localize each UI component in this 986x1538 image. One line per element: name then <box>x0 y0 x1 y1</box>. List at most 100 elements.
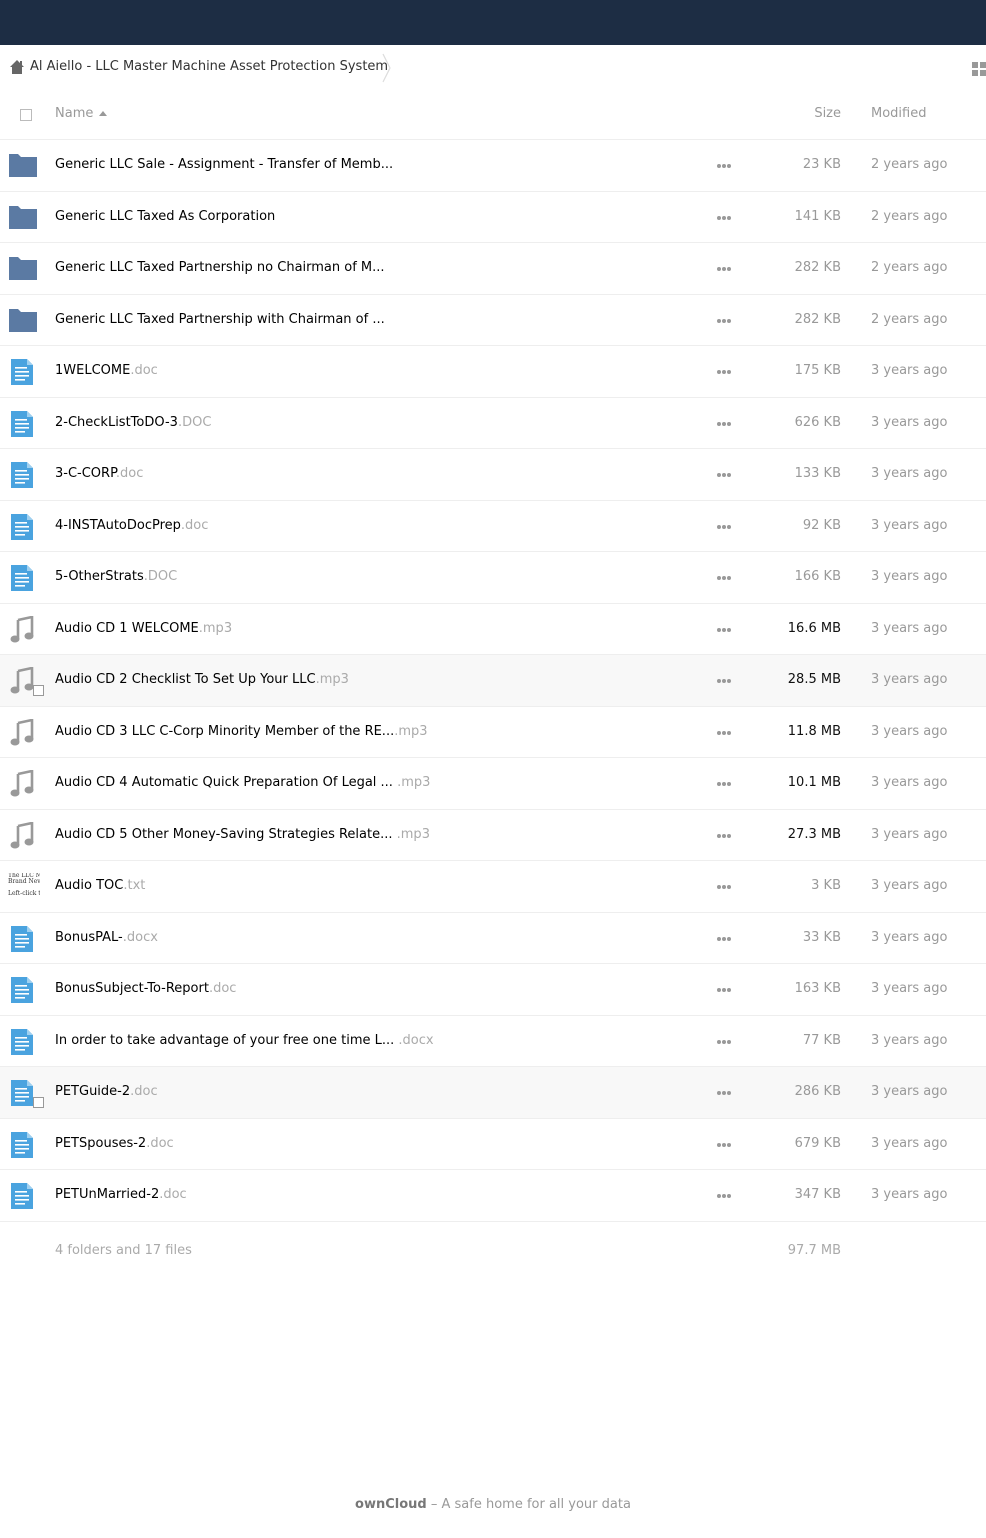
more-actions-icon[interactable] <box>716 930 732 944</box>
breadcrumb-current-folder[interactable]: Al Aiello - LLC Master Machine Asset Pro… <box>30 59 388 74</box>
file-name[interactable]: 5-OtherStrats.DOC <box>55 569 177 584</box>
grid-view-icon[interactable] <box>972 61 986 76</box>
file-row[interactable]: In order to take advantage of your free … <box>0 1016 986 1067</box>
more-actions-icon[interactable] <box>716 209 732 223</box>
more-actions-icon[interactable] <box>716 878 732 892</box>
more-actions-icon[interactable] <box>716 827 732 841</box>
file-row[interactable]: 1WELCOME.doc 175 KB 3 years ago <box>0 346 986 398</box>
document-file-icon[interactable] <box>8 925 40 953</box>
file-row[interactable]: BonusSubject-To-Report.doc 163 KB 3 years … <box>0 964 986 1016</box>
folder-icon[interactable] <box>8 152 40 180</box>
home-icon[interactable] <box>9 59 25 75</box>
file-name[interactable]: Audio TOC.txt <box>55 878 145 893</box>
file-name[interactable]: PETGuide-2.doc <box>55 1084 158 1099</box>
column-header-size[interactable]: Size <box>814 106 841 121</box>
file-row[interactable]: 2-CheckListToDO-3.DOC 626 KB 3 years ago <box>0 398 986 449</box>
more-actions-icon[interactable] <box>716 1084 732 1098</box>
file-name[interactable]: In order to take advantage of your free … <box>55 1033 434 1048</box>
more-actions-icon[interactable] <box>716 157 732 171</box>
file-row[interactable]: Audio CD 4 Automatic Quick Preparation O… <box>0 758 986 810</box>
file-modified: 3 years ago <box>871 1084 948 1099</box>
file-row[interactable]: Audio CD 1 WELCOME.mp3 16.6 MB 3 years ago <box>0 604 986 655</box>
file-name[interactable]: Audio CD 1 WELCOME.mp3 <box>55 621 232 636</box>
document-file-icon[interactable] <box>8 1028 40 1056</box>
document-file-icon[interactable] <box>8 410 40 438</box>
more-actions-icon[interactable] <box>716 466 732 480</box>
file-name[interactable]: 1WELCOME.doc <box>55 363 158 378</box>
more-actions-icon[interactable] <box>716 312 732 326</box>
file-row[interactable]: Generic LLC Taxed As Corporation 141 KB 2 … <box>0 192 986 243</box>
more-actions-icon[interactable] <box>716 1136 732 1150</box>
more-actions-icon[interactable] <box>716 981 732 995</box>
file-size: 166 KB <box>794 569 841 584</box>
file-name[interactable]: PETUnMarried-2.doc <box>55 1187 187 1202</box>
file-row[interactable]: BonusPAL-.docx 33 KB 3 years ago <box>0 913 986 964</box>
file-row[interactable]: 4-INSTAutoDocPrep.doc 92 KB 3 years ago <box>0 501 986 552</box>
file-name[interactable]: Audio CD 2 Checklist To Set Up Your LLC.… <box>55 672 349 687</box>
file-row[interactable]: Generic LLC Sale - Assignment - Transfer… <box>0 140 986 192</box>
audio-file-icon[interactable] <box>8 614 40 644</box>
document-file-icon[interactable] <box>8 461 40 489</box>
file-extension: .mp3 <box>198 620 233 636</box>
file-name[interactable]: 2-CheckListToDO-3.DOC <box>55 415 211 430</box>
file-name[interactable]: BonusSubject-To-Report.doc <box>55 981 236 996</box>
summary-total-size: 97.7 MB <box>787 1243 841 1258</box>
file-row[interactable]: The LLC M Brand Nev Left-click t Audio TOC… <box>0 861 986 913</box>
audio-file-icon[interactable] <box>8 717 40 747</box>
more-actions-icon[interactable] <box>716 518 732 532</box>
file-row[interactable]: 3-C-CORP.doc 133 KB 3 years ago <box>0 449 986 501</box>
file-name[interactable]: Generic LLC Sale - Assignment - Transfer… <box>55 157 393 172</box>
footer-brand[interactable]: ownCloud <box>355 1497 427 1512</box>
file-row[interactable]: Generic LLC Taxed Partnership no Chairma… <box>0 243 986 295</box>
document-file-icon[interactable] <box>8 1182 40 1210</box>
file-name[interactable]: 4-INSTAutoDocPrep.doc <box>55 518 208 533</box>
file-name[interactable]: BonusPAL-.docx <box>55 930 158 945</box>
text-file-thumbnail-icon[interactable]: The LLC M Brand Nev Left-click t <box>8 873 40 901</box>
more-actions-icon[interactable] <box>716 1033 732 1047</box>
more-actions-icon[interactable] <box>716 260 732 274</box>
file-row[interactable]: PETUnMarried-2.doc 347 KB 3 years ago <box>0 1170 986 1222</box>
column-header-modified[interactable]: Modified <box>871 106 926 121</box>
more-actions-icon[interactable] <box>716 363 732 377</box>
file-name[interactable]: Generic LLC Taxed Partnership with Chair… <box>55 312 385 327</box>
audio-file-icon[interactable] <box>8 820 40 850</box>
row-select-checkbox[interactable] <box>33 1097 44 1108</box>
file-name[interactable]: Audio CD 5 Other Money-Saving Strategies… <box>55 827 430 842</box>
file-row[interactable]: Audio CD 5 Other Money-Saving Strategies… <box>0 810 986 861</box>
document-file-icon[interactable] <box>8 1131 40 1159</box>
document-file-icon[interactable] <box>8 564 40 592</box>
file-size: 16.6 MB <box>787 620 841 636</box>
more-actions-icon[interactable] <box>716 569 732 583</box>
more-actions-icon[interactable] <box>716 1187 732 1201</box>
audio-file-icon[interactable] <box>8 769 40 798</box>
document-file-icon[interactable] <box>8 358 40 386</box>
file-basename: Audio CD 5 Other Money-Saving Strategies… <box>55 826 397 842</box>
file-row[interactable]: Audio CD 2 Checklist To Set Up Your LLC.… <box>0 655 986 707</box>
folder-icon[interactable] <box>8 204 40 232</box>
file-row[interactable]: Generic LLC Taxed Partnership with Chair… <box>0 295 986 346</box>
file-name[interactable]: Audio CD 3 LLC C-Corp Minority Member of… <box>55 724 428 739</box>
folder-icon[interactable] <box>8 255 40 283</box>
file-name[interactable]: Generic LLC Taxed As Corporation <box>55 209 275 224</box>
file-name[interactable]: Generic LLC Taxed Partnership no Chairma… <box>55 260 385 275</box>
file-row[interactable]: PETSpouses-2.doc 679 KB 3 years ago <box>0 1119 986 1170</box>
file-row[interactable]: Audio CD 3 LLC C-Corp Minority Member of… <box>0 707 986 758</box>
row-select-checkbox[interactable] <box>33 685 44 696</box>
file-row[interactable]: 5-OtherStrats.DOC 166 KB 3 years ago <box>0 552 986 604</box>
document-file-icon[interactable] <box>8 513 40 541</box>
file-modified: 3 years ago <box>871 363 948 378</box>
folder-icon[interactable] <box>8 307 40 335</box>
file-name[interactable]: PETSpouses-2.doc <box>55 1136 174 1151</box>
file-name[interactable]: 3-C-CORP.doc <box>55 466 143 481</box>
file-name[interactable]: Audio CD 4 Automatic Quick Preparation O… <box>55 775 430 790</box>
file-row[interactable]: PETGuide-2.doc 286 KB 3 years ago <box>0 1067 986 1119</box>
more-actions-icon[interactable] <box>716 775 732 789</box>
sort-ascending-icon[interactable] <box>99 111 107 116</box>
more-actions-icon[interactable] <box>716 724 732 738</box>
more-actions-icon[interactable] <box>716 672 732 686</box>
more-actions-icon[interactable] <box>716 415 732 429</box>
more-actions-icon[interactable] <box>716 621 732 635</box>
select-all-checkbox[interactable] <box>20 109 32 121</box>
column-header-name[interactable]: Name <box>55 106 93 121</box>
document-file-icon[interactable] <box>8 976 40 1004</box>
